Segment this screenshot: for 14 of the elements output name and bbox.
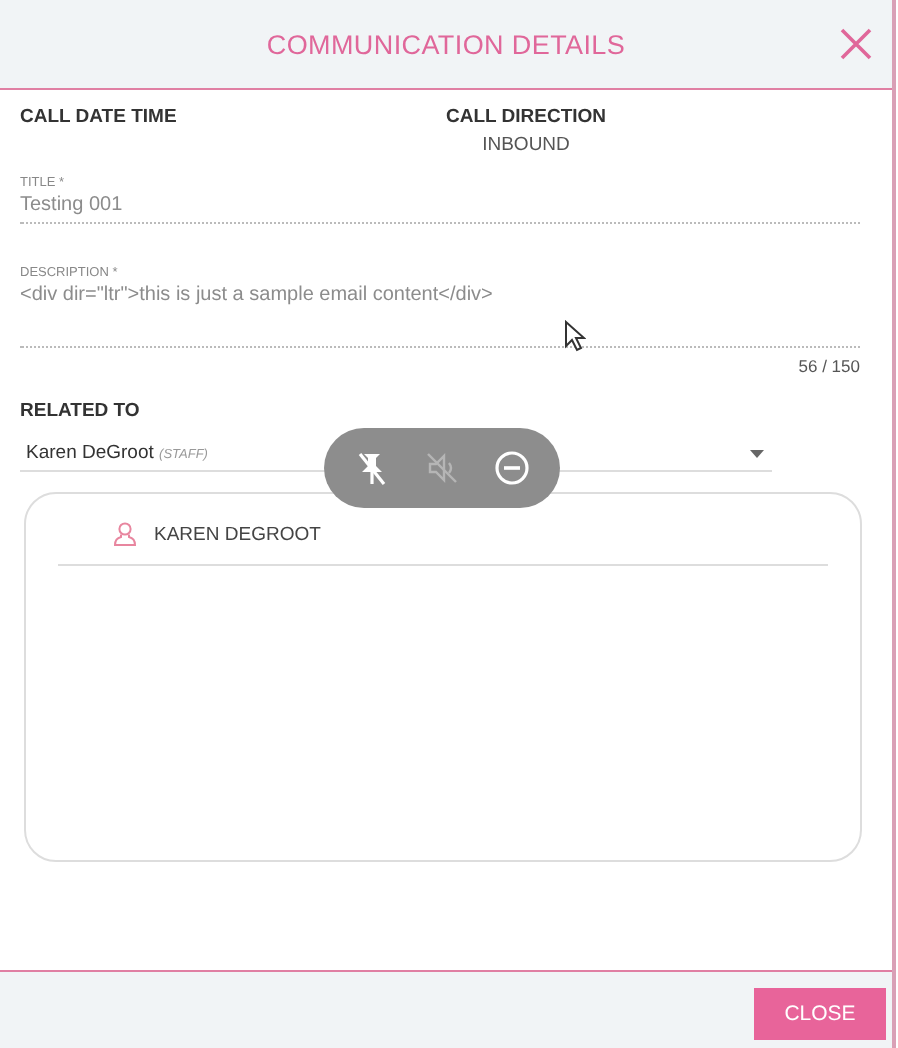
- info-label: CALL DIRECTION: [445, 106, 607, 128]
- person-name: KAREN DEGROOT: [154, 523, 321, 545]
- close-button[interactable]: CLOSE: [754, 987, 886, 1039]
- close-icon[interactable]: [840, 28, 872, 60]
- info-value: INBOUND: [482, 134, 570, 156]
- unpin-icon[interactable]: [353, 450, 390, 486]
- section-label: RELATED TO: [20, 400, 140, 422]
- cursor-icon: [564, 320, 586, 352]
- character-counter: 56 / 150: [798, 356, 860, 376]
- person-icon: [114, 522, 136, 546]
- minus-circle-icon[interactable]: [494, 450, 531, 486]
- caret-icon[interactable]: [750, 449, 764, 457]
- info-label: CALL DATE TIME: [20, 106, 177, 128]
- dialog-title: COMMUNICATION DETAILS: [266, 29, 626, 59]
